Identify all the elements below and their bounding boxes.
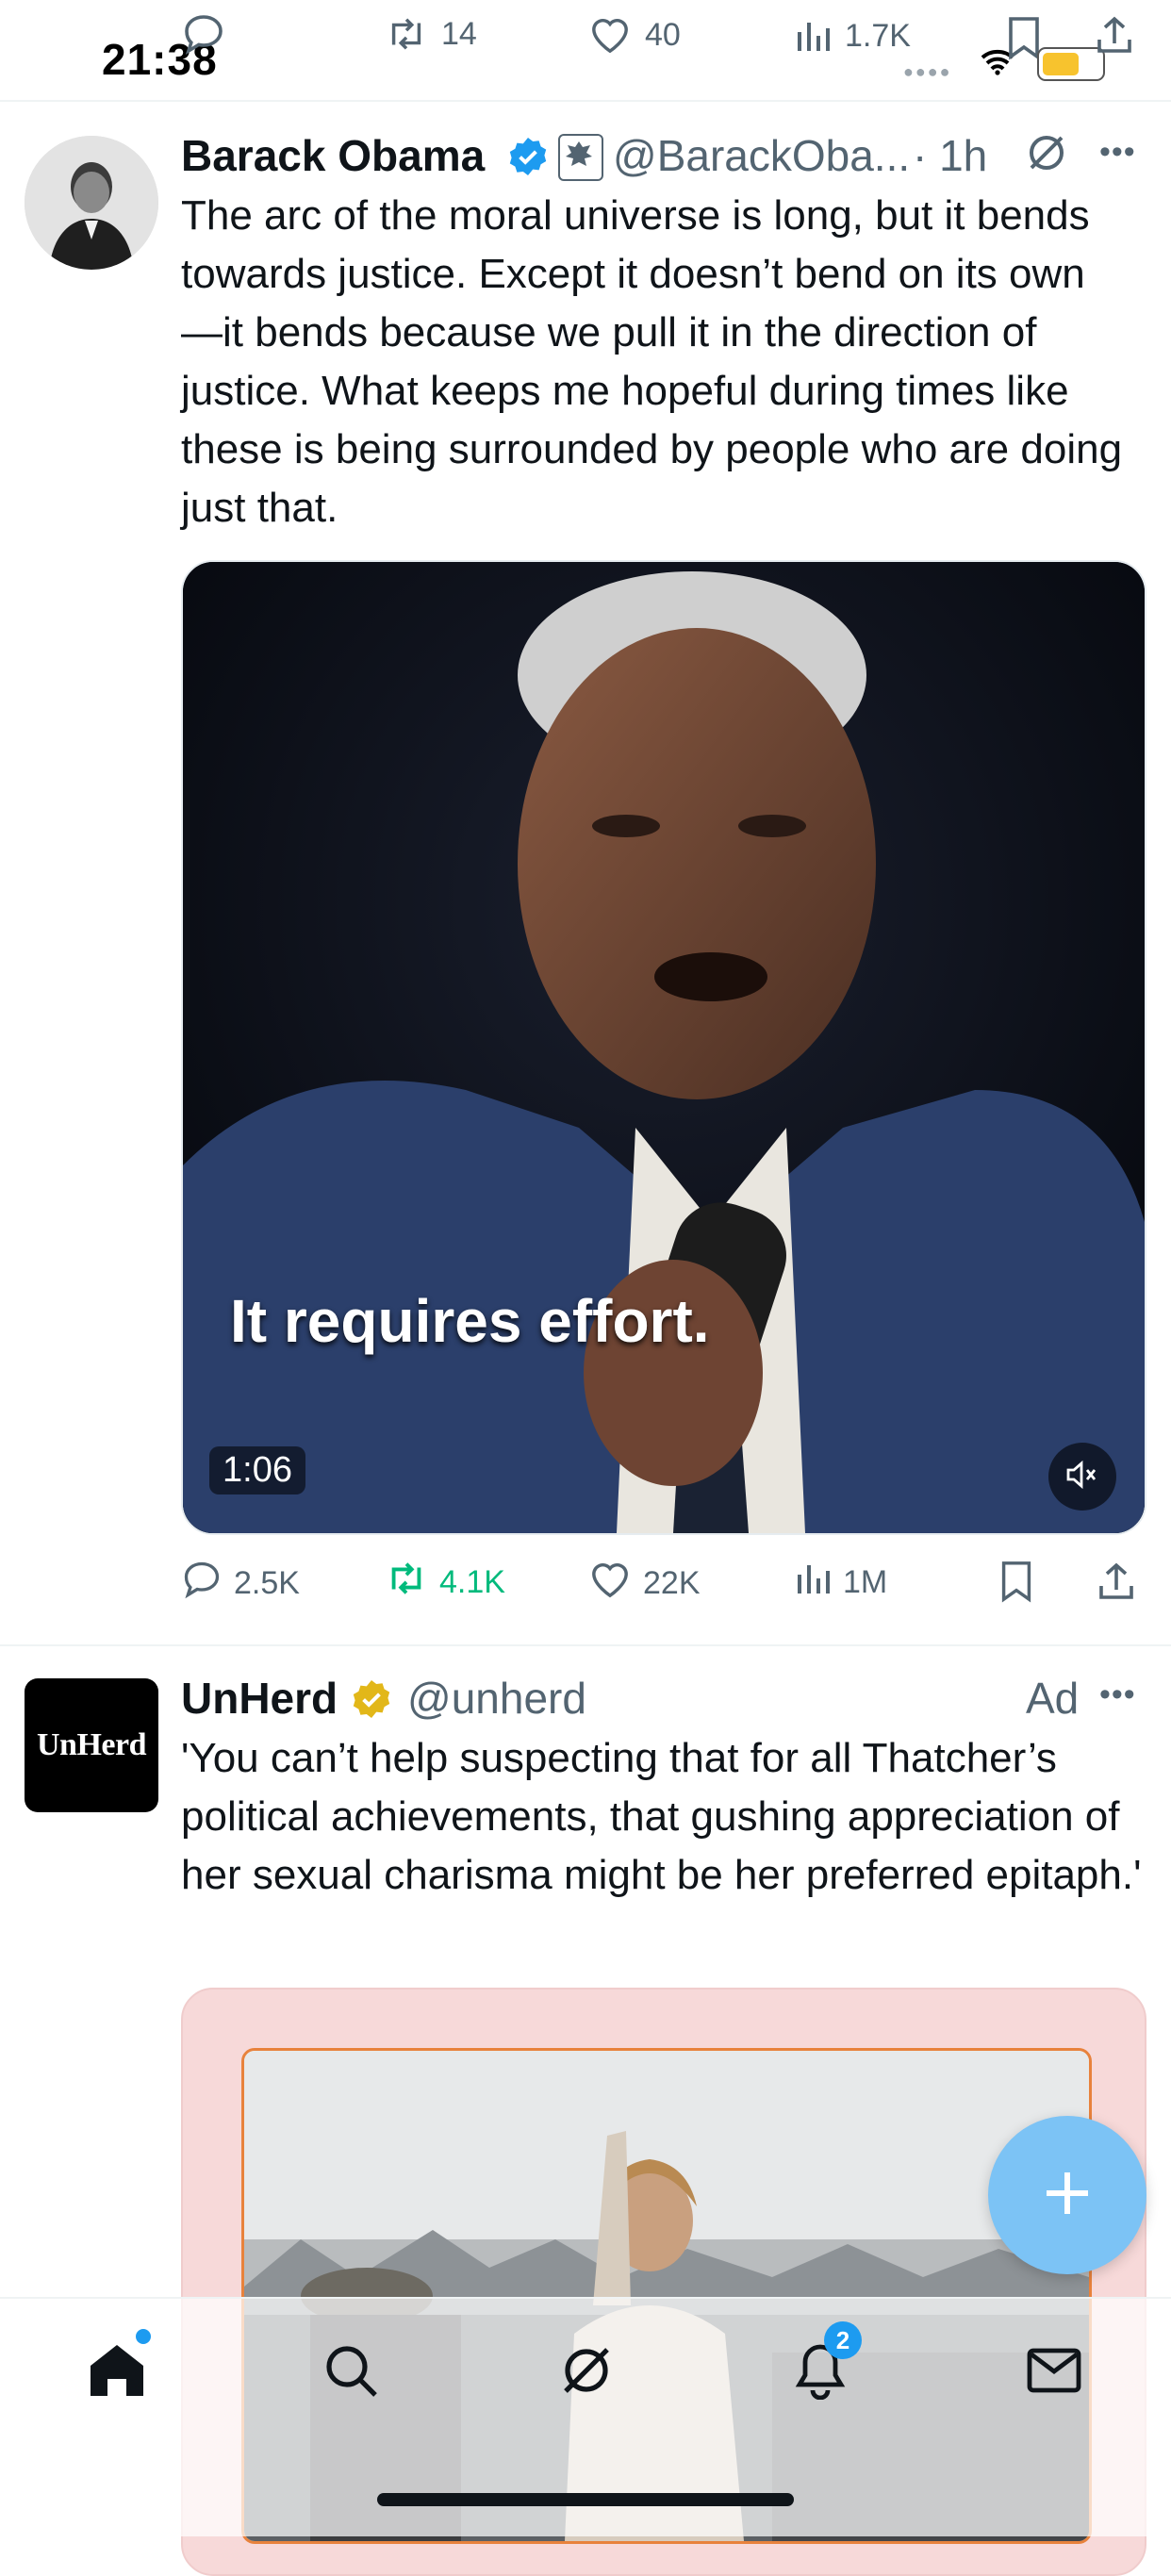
- tweet-actions: 2.5K 4.1K 22K 1M: [181, 1560, 1150, 1616]
- reply-button[interactable]: 2.5K: [181, 1560, 300, 1608]
- video-frame: [183, 562, 1145, 1533]
- grok-icon[interactable]: [1024, 130, 1069, 180]
- views-count: 1M: [843, 1564, 888, 1600]
- notifications-badge: 2: [824, 2321, 862, 2359]
- prev-reply-button[interactable]: [181, 13, 226, 55]
- grok-icon: [558, 2342, 615, 2403]
- prev-like-count: 40: [645, 16, 681, 53]
- prev-views-button[interactable]: 1.7K: [794, 17, 911, 55]
- advertiser-avatar[interactable]: UnHerd: [25, 1678, 158, 1812]
- tweet-time: · 1h: [913, 131, 988, 180]
- views-button[interactable]: 1M: [794, 1560, 887, 1606]
- retweet-icon: [385, 15, 428, 53]
- views-icon: [794, 1560, 832, 1606]
- tab-home[interactable]: [79, 2329, 155, 2410]
- verified-badge-icon: [507, 136, 549, 182]
- tab-grok[interactable]: [549, 2335, 624, 2410]
- author-name[interactable]: Barack Obama: [181, 130, 485, 181]
- like-count: 22K: [643, 1565, 701, 1601]
- like-button[interactable]: 22K: [588, 1560, 701, 1608]
- top-strip: 21:38 14 40 1.7K ●●●●: [0, 0, 1171, 102]
- reply-icon: [181, 1560, 223, 1608]
- reply-count: 2.5K: [234, 1565, 300, 1601]
- ad-tweet-text: 'You can’t help suspecting that for all …: [181, 1735, 1142, 1898]
- plus-icon: [1041, 2167, 1094, 2224]
- retweet-count: 4.1K: [439, 1564, 505, 1600]
- share-icon: [1096, 1560, 1137, 1611]
- advertiser-name[interactable]: UnHerd: [181, 1673, 338, 1724]
- tab-notifications[interactable]: 2: [783, 2321, 862, 2410]
- more-options-icon[interactable]: •••: [1099, 134, 1136, 171]
- heart-icon: [588, 15, 632, 55]
- home-icon: [87, 2341, 147, 2404]
- reply-icon: [181, 13, 226, 55]
- heart-icon: [588, 1560, 632, 1608]
- more-options-icon[interactable]: •••: [1099, 1676, 1136, 1713]
- views-icon: [794, 17, 832, 55]
- government-seal-icon: [558, 134, 603, 181]
- tab-messages[interactable]: [1016, 2335, 1092, 2410]
- prev-views-count: 1.7K: [845, 17, 911, 54]
- author-handle[interactable]: @BarackOba...: [613, 130, 910, 181]
- mail-icon: [1026, 2347, 1082, 2399]
- prev-retweet-count: 14: [441, 15, 477, 52]
- speaker-muted-icon: [1066, 1460, 1098, 1494]
- home-indicator: [377, 2493, 794, 2506]
- share-icon: [1094, 16, 1135, 60]
- search-icon: [322, 2342, 379, 2403]
- prev-like-button[interactable]: 40: [588, 15, 681, 55]
- bookmark-button[interactable]: [998, 1560, 1035, 1611]
- tab-search[interactable]: [313, 2335, 388, 2410]
- advertiser-handle[interactable]: @unherd: [407, 1673, 586, 1724]
- share-button[interactable]: [1096, 1560, 1137, 1611]
- signal-dots: ●●●●: [903, 62, 952, 81]
- compose-button[interactable]: [988, 2116, 1146, 2274]
- mute-button[interactable]: [1048, 1443, 1116, 1511]
- video-duration: 1:06: [209, 1446, 305, 1494]
- prev-retweet-button[interactable]: 14: [385, 15, 477, 53]
- avatar[interactable]: [25, 136, 158, 270]
- retweet-button[interactable]: 4.1K: [385, 1560, 505, 1606]
- video-player[interactable]: It requires effort. 1:06: [181, 560, 1146, 1535]
- advertiser-logo-text: UnHerd: [37, 1727, 147, 1762]
- new-posts-dot: [136, 2329, 151, 2344]
- tweet-text: The arc of the moral universe is long, b…: [181, 192, 1123, 531]
- ad-label: Ad: [1026, 1674, 1080, 1723]
- verified-gold-badge-icon: [351, 1678, 392, 1725]
- tweet-card[interactable]: Barack Obama @BarackOba... · 1h ••• The …: [0, 102, 1171, 1643]
- bookmark-icon: [998, 1560, 1035, 1611]
- video-caption: It requires effort.: [230, 1287, 710, 1355]
- prev-share-button[interactable]: [1094, 13, 1135, 61]
- retweet-icon: [385, 1560, 428, 1606]
